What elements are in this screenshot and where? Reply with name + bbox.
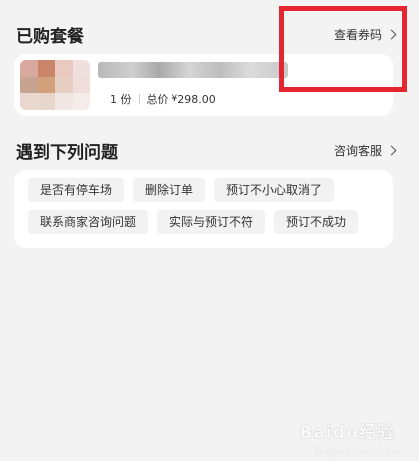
meta-divider (138, 94, 140, 104)
issues-title: 遇到下列问题 (16, 142, 118, 163)
issue-chip-parking[interactable]: 是否有停车场 (28, 178, 125, 202)
watermark-url: jingyan.baidu.com (315, 447, 399, 457)
package-thumbnail (20, 60, 90, 110)
issue-chips: 是否有停车场 删除订单 预订不小心取消了 联系商家咨询问题 实际与预订不符 预订… (28, 178, 383, 242)
issue-chip-contact-merchant[interactable]: 联系商家咨询问题 (28, 210, 149, 234)
issues-section-header: 遇到下列问题 咨询客服 (16, 136, 397, 164)
total-price: 298.00 (177, 92, 216, 106)
issue-chip-booking-failed[interactable]: 预订不成功 (274, 210, 359, 234)
view-coupon-label: 查看券码 (333, 27, 382, 42)
package-card[interactable]: 1 份 总价 ¥ 298.00 (14, 54, 393, 116)
package-name-blurred (98, 62, 288, 78)
view-coupon-link[interactable]: 查看券码 (333, 26, 397, 43)
watermark-logo: Baidu经验 (299, 423, 395, 443)
chevron-right-icon (386, 145, 397, 155)
total-label: 总价 (146, 93, 169, 106)
chip-row-1: 是否有停车场 删除订单 预订不小心取消了 (28, 178, 383, 202)
package-quantity: 1 份 (110, 93, 132, 106)
issue-chip-mismatch[interactable]: 实际与预订不符 (157, 210, 266, 234)
issue-chip-accidental-cancel[interactable]: 预订不小心取消了 (214, 178, 335, 202)
package-meta: 1 份 总价 ¥ 298.00 (110, 91, 216, 107)
chevron-right-icon (386, 29, 397, 39)
issue-chip-delete-order[interactable]: 删除订单 (133, 178, 206, 202)
customer-service-link[interactable]: 咨询客服 (333, 142, 397, 159)
issues-card: 是否有停车场 删除订单 预订不小心取消了 联系商家咨询问题 实际与预订不符 预订… (14, 170, 393, 248)
chip-row-2: 联系商家咨询问题 实际与预订不符 预订不成功 (28, 210, 383, 234)
purchased-section-header: 已购套餐 查看券码 (16, 20, 397, 48)
purchased-title: 已购套餐 (16, 26, 84, 47)
customer-service-label: 咨询客服 (333, 143, 382, 158)
